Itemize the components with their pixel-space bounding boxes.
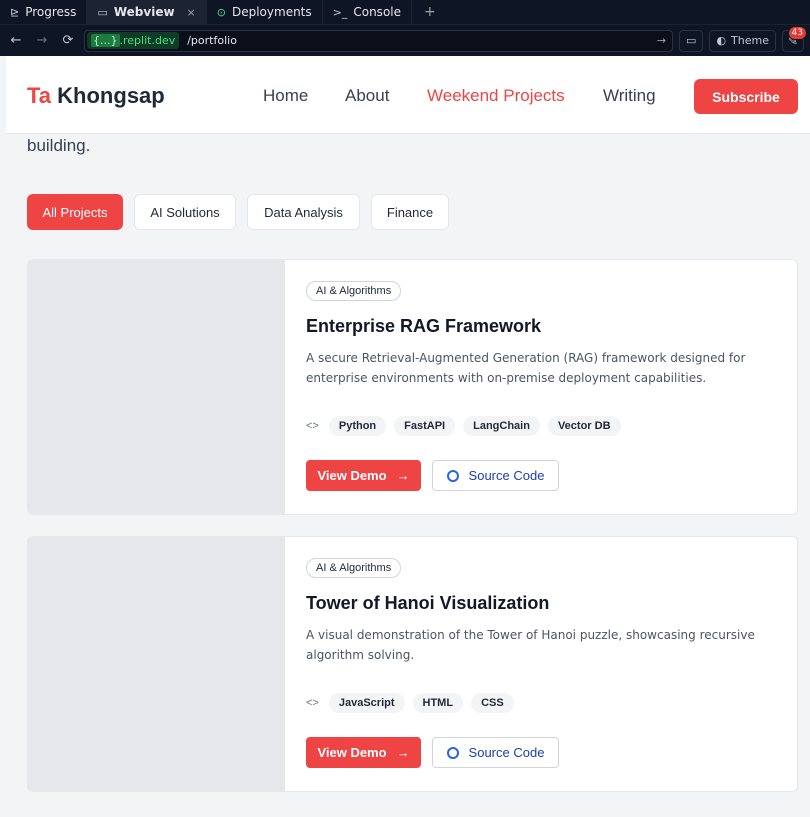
arrow-right-icon: → [396, 468, 410, 483]
go-icon[interactable]: → [657, 34, 670, 47]
theme-label: Theme [731, 34, 769, 47]
back-icon[interactable]: ← [6, 31, 26, 51]
notification-badge: 43 [787, 25, 807, 40]
add-tab-button[interactable]: + [412, 0, 448, 24]
tab-progress[interactable]: ⊵ Progress [0, 0, 88, 24]
view-demo-button[interactable]: View Demo → [306, 460, 421, 491]
terminal-icon: >_ [332, 5, 348, 19]
nav-writing[interactable]: Writing [603, 86, 656, 106]
tech-tag: Vector DB [547, 416, 621, 436]
tab-label: Progress [25, 5, 77, 19]
code-icon: <> [306, 420, 319, 432]
devtools-button[interactable]: ✎ 43 [782, 25, 807, 52]
filter-finance[interactable]: Finance [371, 194, 449, 230]
filter-ai-solutions[interactable]: AI Solutions [134, 194, 236, 230]
intro-text: building. [27, 136, 91, 155]
category-badge: AI & Algorithms [306, 281, 402, 301]
project-description: A secure Retrieval-Augmented Generation … [306, 351, 746, 385]
project-thumbnail [28, 260, 285, 514]
progress-icon: ⊵ [10, 5, 20, 19]
url-path[interactable]: /portfolio [187, 34, 649, 47]
theme-button[interactable]: ◐ Theme [709, 29, 776, 52]
ide-tab-bar: ⊵ Progress ▭ Webview × ⊙ Deployments >_ … [0, 0, 810, 24]
webview-url-bar: ← → ⟳ {...} .replit.dev /portfolio → ▭ ◐ … [0, 24, 810, 56]
subscribe-button[interactable]: Subscribe [694, 79, 798, 114]
nav-about[interactable]: About [345, 86, 389, 106]
tab-deployments[interactable]: ⊙ Deployments [207, 0, 323, 24]
filter-data-analysis[interactable]: Data Analysis [247, 194, 360, 230]
github-icon [446, 469, 459, 482]
project-title: Enterprise RAG Framework [306, 316, 542, 336]
filter-all-projects[interactable]: All Projects [27, 194, 123, 230]
url-host: {...} .replit.dev [87, 32, 180, 49]
tab-console[interactable]: >_ Console [323, 0, 412, 24]
source-code-button[interactable]: Source Code [432, 737, 559, 768]
reload-icon[interactable]: ⟳ [58, 31, 78, 51]
project-thumbnail [28, 537, 285, 791]
tech-tag: FastAPI [394, 416, 456, 436]
project-card: AI & Algorithms Enterprise RAG Framework… [27, 259, 798, 515]
tech-tag: HTML [412, 693, 464, 713]
code-icon: <> [306, 697, 319, 709]
tech-tag: JavaScript [328, 693, 405, 713]
close-icon[interactable]: × [187, 6, 196, 19]
tech-tags: <> JavaScript HTML CSS [306, 693, 514, 713]
webview-page: Ta Khongsap Home About Weekend Projects … [6, 56, 810, 817]
tab-webview[interactable]: ▭ Webview × [87, 0, 207, 24]
site-logo[interactable]: Ta Khongsap [27, 83, 165, 109]
github-icon [446, 746, 459, 759]
category-badge: AI & Algorithms [306, 558, 402, 578]
tab-label: Deployments [231, 5, 312, 19]
project-card: AI & Algorithms Tower of Hanoi Visualiza… [27, 536, 798, 792]
tech-tag: CSS [471, 693, 514, 713]
tech-tags: <> Python FastAPI LangChain Vector DB [306, 416, 621, 436]
project-title: Tower of Hanoi Visualization [306, 593, 550, 613]
tech-tag: LangChain [463, 416, 540, 436]
deploy-icon: ⊙ [216, 5, 226, 19]
project-description: A visual demonstration of the Tower of H… [306, 628, 755, 662]
devices-icon[interactable]: ▭ [679, 29, 704, 52]
forward-icon[interactable]: → [32, 31, 52, 51]
arrow-right-icon: → [396, 745, 410, 760]
palette-icon: ◐ [716, 34, 727, 47]
nav-home[interactable]: Home [263, 86, 308, 106]
monitor-icon: ▭ [97, 5, 108, 19]
source-code-button[interactable]: Source Code [432, 460, 559, 491]
view-demo-button[interactable]: View Demo → [306, 737, 421, 768]
tech-tag: Python [328, 416, 387, 436]
address-input[interactable]: {...} .replit.dev /portfolio → [84, 29, 674, 52]
tab-label: Console [353, 5, 401, 19]
tab-label: Webview [113, 5, 175, 19]
nav-weekend-projects[interactable]: Weekend Projects [427, 86, 565, 106]
site-header: Ta Khongsap Home About Weekend Projects … [6, 56, 810, 134]
